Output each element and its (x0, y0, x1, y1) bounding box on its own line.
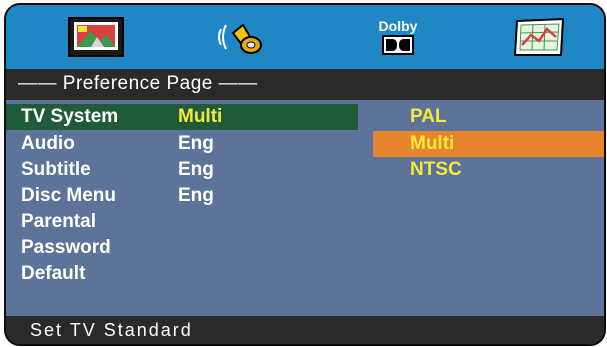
tab-audio-setup[interactable] (196, 9, 286, 65)
option-ntsc[interactable]: NTSC (410, 158, 462, 182)
menu-item-default[interactable]: Default (21, 262, 85, 286)
tab-bar: Dolby (6, 5, 604, 69)
dolby-label: Dolby (378, 18, 418, 34)
menu-item-parental[interactable]: Parental (21, 210, 96, 234)
menu-value-tv-system: Multi (178, 106, 223, 127)
speaker-icon (218, 23, 262, 54)
menu-value-disc-menu: Eng (178, 185, 214, 206)
setup-menu-screen: Dolby —— Preference Page —— TV System Mu… (4, 3, 606, 346)
tab-general-setup[interactable] (51, 9, 141, 65)
page-title-bar: —— Preference Page —— (6, 69, 604, 100)
tv-screen-icon (68, 17, 124, 57)
menu-item-audio[interactable]: Audio (21, 132, 75, 156)
menu-value-audio: Eng (178, 133, 214, 154)
tab-preference-setup[interactable] (494, 9, 584, 65)
status-hint: Set TV Standard (30, 320, 193, 340)
option-pal[interactable]: PAL (410, 105, 447, 129)
status-bar: Set TV Standard (6, 316, 604, 344)
double-d-logo (381, 35, 414, 55)
menu-item-password[interactable]: Password (21, 236, 111, 260)
menu-item-tv-system[interactable]: TV System (21, 105, 118, 129)
menu-item-subtitle[interactable]: Subtitle (21, 158, 91, 182)
preference-chart-icon (513, 17, 565, 56)
page-title: —— Preference Page —— (18, 73, 258, 94)
menu-item-disc-menu[interactable]: Disc Menu (21, 184, 116, 208)
menu-value-subtitle: Eng (178, 159, 214, 180)
dolby-icon: Dolby (378, 18, 418, 55)
option-multi[interactable]: Multi (410, 132, 454, 156)
selected-option-highlight (373, 131, 604, 157)
tab-dolby-setup[interactable]: Dolby (353, 9, 443, 65)
